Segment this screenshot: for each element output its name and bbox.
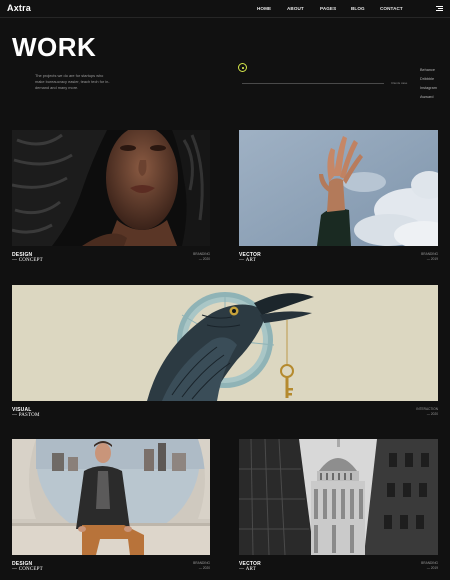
project-subtitle: — PASTOM [12, 412, 40, 418]
project-subtitle: — CONCEPT [12, 257, 43, 263]
nav-about[interactable]: ABOUT [287, 6, 304, 11]
social-instagram[interactable]: Instagram [420, 84, 437, 93]
project-image-crow-key[interactable] [12, 285, 438, 401]
project-image-woman-portrait[interactable] [12, 130, 210, 246]
nav-pages[interactable]: PAGES [320, 6, 336, 11]
project-image-hand-sky[interactable] [239, 130, 438, 246]
project-meta: BRANDING — 2019 [398, 252, 438, 262]
social-awward[interactable]: Awward [420, 93, 437, 102]
project-image-cathedral[interactable] [239, 439, 438, 555]
nav-home[interactable]: HOME [257, 6, 271, 11]
hero-description: The projects we do are for startups who … [35, 73, 110, 90]
project-year: — 2020 [426, 412, 438, 416]
hero-line-label: Clients case [391, 81, 408, 85]
project-year: — 2020 [198, 566, 210, 570]
project-image-man-sitting[interactable] [12, 439, 210, 555]
project-meta: INTERACTION — 2020 [388, 407, 438, 417]
project-meta: BRANDING — 2020 [170, 561, 210, 571]
hero-divider [242, 83, 384, 84]
target-dot-icon [238, 63, 247, 72]
hamburger-icon[interactable] [436, 6, 443, 12]
project-year: — 2019 [426, 257, 438, 261]
page-title: WORK [12, 32, 97, 62]
top-navigation: Axtra HOME ABOUT PAGES BLOG CONTACT [0, 0, 450, 18]
project-subtitle: — ART [239, 566, 257, 572]
nav-contact[interactable]: CONTACT [380, 6, 403, 11]
social-links: Behance Dribbble Instagram Awward [420, 66, 437, 102]
project-year: — 2019 [426, 566, 438, 570]
nav-blog[interactable]: BLOG [351, 6, 365, 11]
social-behance[interactable]: Behance [420, 66, 437, 75]
social-dribbble[interactable]: Dribbble [420, 75, 437, 84]
main-menu: HOME ABOUT PAGES BLOG CONTACT [0, 6, 450, 14]
project-subtitle: — ART [239, 257, 257, 263]
project-year: — 2020 [198, 257, 210, 261]
project-meta: BRANDING — 2020 [170, 252, 210, 262]
project-subtitle: — CONCEPT [12, 566, 43, 572]
project-meta: BRANDING — 2019 [398, 561, 438, 571]
